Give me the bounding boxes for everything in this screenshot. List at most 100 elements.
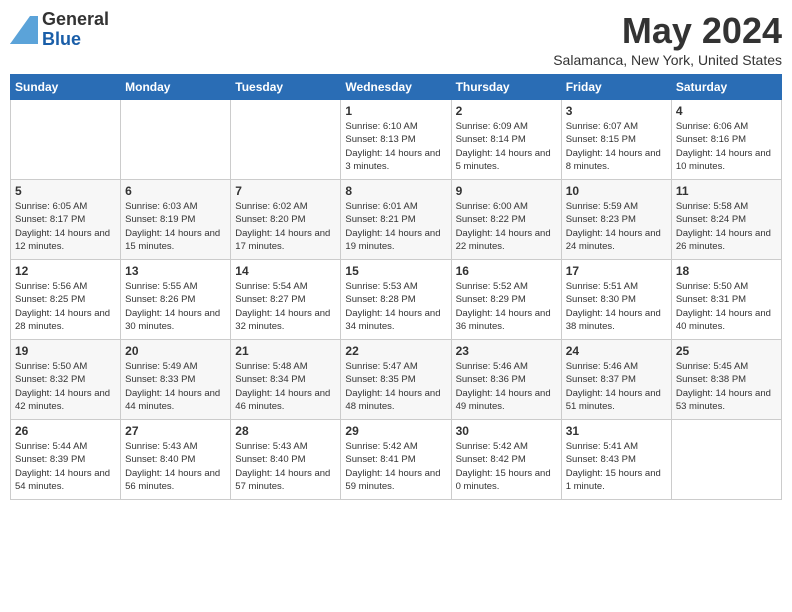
day-number: 30 [456, 424, 557, 438]
day-info: Sunrise: 5:46 AMSunset: 8:37 PMDaylight:… [566, 360, 667, 413]
header-day-wednesday: Wednesday [341, 75, 451, 100]
week-row-2: 5 Sunrise: 6:05 AMSunset: 8:17 PMDaylight… [11, 180, 782, 260]
calendar-body: 1 Sunrise: 6:10 AMSunset: 8:13 PMDaylight… [11, 100, 782, 500]
calendar-cell: 20 Sunrise: 5:49 AMSunset: 8:33 PMDayligh… [121, 340, 231, 420]
logo-general-text: General [42, 9, 109, 29]
title-block: May 2024 Salamanca, New York, United Sta… [553, 10, 782, 68]
day-info: Sunrise: 5:54 AMSunset: 8:27 PMDaylight:… [235, 280, 336, 333]
calendar-cell: 28 Sunrise: 5:43 AMSunset: 8:40 PMDayligh… [231, 420, 341, 500]
day-number: 31 [566, 424, 667, 438]
header-day-friday: Friday [561, 75, 671, 100]
day-number: 18 [676, 264, 777, 278]
logo-blue-text: Blue [42, 29, 81, 49]
calendar-header: SundayMondayTuesdayWednesdayThursdayFrid… [11, 75, 782, 100]
calendar-cell [121, 100, 231, 180]
header-day-monday: Monday [121, 75, 231, 100]
day-number: 22 [345, 344, 446, 358]
calendar-cell: 9 Sunrise: 6:00 AMSunset: 8:22 PMDaylight… [451, 180, 561, 260]
day-number: 16 [456, 264, 557, 278]
calendar-cell: 4 Sunrise: 6:06 AMSunset: 8:16 PMDaylight… [671, 100, 781, 180]
week-row-1: 1 Sunrise: 6:10 AMSunset: 8:13 PMDaylight… [11, 100, 782, 180]
day-info: Sunrise: 5:47 AMSunset: 8:35 PMDaylight:… [345, 360, 446, 413]
day-number: 21 [235, 344, 336, 358]
day-info: Sunrise: 5:42 AMSunset: 8:42 PMDaylight:… [456, 440, 557, 493]
calendar-cell [11, 100, 121, 180]
calendar-cell: 18Sunrise: 5:50 AMSunset: 8:31 PMDayligh… [671, 260, 781, 340]
day-info: Sunrise: 5:53 AMSunset: 8:28 PMDaylight:… [345, 280, 446, 333]
day-info: Sunrise: 5:50 AMSunset: 8:32 PMDaylight:… [15, 360, 116, 413]
header-day-sunday: Sunday [11, 75, 121, 100]
calendar-cell: 29 Sunrise: 5:42 AMSunset: 8:41 PMDayligh… [341, 420, 451, 500]
day-info: Sunrise: 5:49 AMSunset: 8:33 PMDaylight:… [125, 360, 226, 413]
day-info: Sunrise: 5:58 AMSunset: 8:24 PMDaylight:… [676, 200, 777, 253]
header-row: SundayMondayTuesdayWednesdayThursdayFrid… [11, 75, 782, 100]
week-row-3: 12 Sunrise: 5:56 AMSunset: 8:25 PMDayligh… [11, 260, 782, 340]
day-number: 29 [345, 424, 446, 438]
day-number: 9 [456, 184, 557, 198]
day-number: 10 [566, 184, 667, 198]
page-header: General Blue May 2024 Salamanca, New Yor… [10, 10, 782, 68]
day-number: 4 [676, 104, 777, 118]
day-number: 24 [566, 344, 667, 358]
calendar-cell: 2 Sunrise: 6:09 AMSunset: 8:14 PMDaylight… [451, 100, 561, 180]
day-info: Sunrise: 5:46 AMSunset: 8:36 PMDaylight:… [456, 360, 557, 413]
calendar-cell: 11Sunrise: 5:58 AMSunset: 8:24 PMDayligh… [671, 180, 781, 260]
day-info: Sunrise: 6:02 AMSunset: 8:20 PMDaylight:… [235, 200, 336, 253]
calendar-cell: 1 Sunrise: 6:10 AMSunset: 8:13 PMDaylight… [341, 100, 451, 180]
day-info: Sunrise: 6:09 AMSunset: 8:14 PMDaylight:… [456, 120, 557, 173]
day-info: Sunrise: 5:43 AMSunset: 8:40 PMDaylight:… [125, 440, 226, 493]
calendar-cell: 31 Sunrise: 5:41 AMSunset: 8:43 PMDayligh… [561, 420, 671, 500]
header-day-thursday: Thursday [451, 75, 561, 100]
week-row-5: 26Sunrise: 5:44 AMSunset: 8:39 PMDayligh… [11, 420, 782, 500]
calendar-cell [671, 420, 781, 500]
day-info: Sunrise: 6:05 AMSunset: 8:17 PMDaylight:… [15, 200, 116, 253]
calendar-cell [231, 100, 341, 180]
day-info: Sunrise: 6:03 AMSunset: 8:19 PMDaylight:… [125, 200, 226, 253]
calendar-cell: 5 Sunrise: 6:05 AMSunset: 8:17 PMDaylight… [11, 180, 121, 260]
day-number: 1 [345, 104, 446, 118]
day-info: Sunrise: 5:43 AMSunset: 8:40 PMDaylight:… [235, 440, 336, 493]
day-number: 25 [676, 344, 777, 358]
calendar-cell: 3Sunrise: 6:07 AMSunset: 8:15 PMDaylight… [561, 100, 671, 180]
day-number: 28 [235, 424, 336, 438]
calendar-cell: 7Sunrise: 6:02 AMSunset: 8:20 PMDaylight… [231, 180, 341, 260]
day-number: 15 [345, 264, 446, 278]
day-info: Sunrise: 5:42 AMSunset: 8:41 PMDaylight:… [345, 440, 446, 493]
day-number: 19 [15, 344, 116, 358]
calendar-cell: 10 Sunrise: 5:59 AMSunset: 8:23 PMDayligh… [561, 180, 671, 260]
month-title: May 2024 [553, 10, 782, 52]
day-info: Sunrise: 5:51 AMSunset: 8:30 PMDaylight:… [566, 280, 667, 333]
logo-icon [10, 16, 38, 44]
day-info: Sunrise: 5:56 AMSunset: 8:25 PMDaylight:… [15, 280, 116, 333]
calendar-cell: 17 Sunrise: 5:51 AMSunset: 8:30 PMDayligh… [561, 260, 671, 340]
logo: General Blue [10, 10, 109, 50]
calendar-cell: 23 Sunrise: 5:46 AMSunset: 8:36 PMDayligh… [451, 340, 561, 420]
day-number: 17 [566, 264, 667, 278]
day-info: Sunrise: 5:41 AMSunset: 8:43 PMDaylight:… [566, 440, 667, 493]
day-number: 2 [456, 104, 557, 118]
day-number: 5 [15, 184, 116, 198]
header-day-saturday: Saturday [671, 75, 781, 100]
calendar-cell: 27 Sunrise: 5:43 AMSunset: 8:40 PMDayligh… [121, 420, 231, 500]
day-number: 20 [125, 344, 226, 358]
day-number: 27 [125, 424, 226, 438]
day-number: 3 [566, 104, 667, 118]
calendar-table: SundayMondayTuesdayWednesdayThursdayFrid… [10, 74, 782, 500]
calendar-cell: 21 Sunrise: 5:48 AMSunset: 8:34 PMDayligh… [231, 340, 341, 420]
day-number: 12 [15, 264, 116, 278]
day-number: 6 [125, 184, 226, 198]
calendar-cell: 16 Sunrise: 5:52 AMSunset: 8:29 PMDayligh… [451, 260, 561, 340]
day-number: 8 [345, 184, 446, 198]
day-info: Sunrise: 6:01 AMSunset: 8:21 PMDaylight:… [345, 200, 446, 253]
day-info: Sunrise: 6:00 AMSunset: 8:22 PMDaylight:… [456, 200, 557, 253]
day-info: Sunrise: 6:10 AMSunset: 8:13 PMDaylight:… [345, 120, 446, 173]
calendar-cell: 8 Sunrise: 6:01 AMSunset: 8:21 PMDaylight… [341, 180, 451, 260]
day-number: 26 [15, 424, 116, 438]
day-info: Sunrise: 5:52 AMSunset: 8:29 PMDaylight:… [456, 280, 557, 333]
day-info: Sunrise: 5:59 AMSunset: 8:23 PMDaylight:… [566, 200, 667, 253]
day-info: Sunrise: 5:48 AMSunset: 8:34 PMDaylight:… [235, 360, 336, 413]
day-number: 23 [456, 344, 557, 358]
day-info: Sunrise: 6:06 AMSunset: 8:16 PMDaylight:… [676, 120, 777, 173]
week-row-4: 19 Sunrise: 5:50 AMSunset: 8:32 PMDayligh… [11, 340, 782, 420]
calendar-cell: 19 Sunrise: 5:50 AMSunset: 8:32 PMDayligh… [11, 340, 121, 420]
